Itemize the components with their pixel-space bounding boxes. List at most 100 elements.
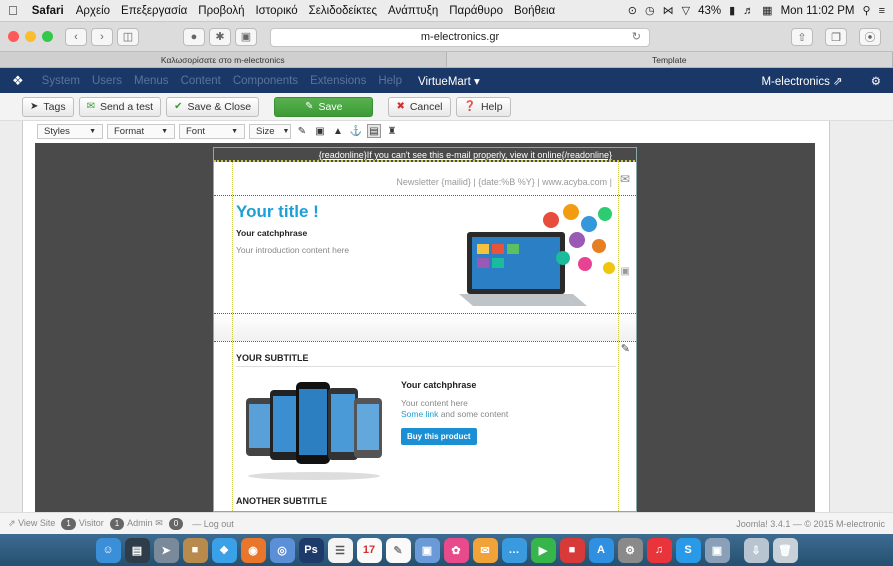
photo-booth-icon[interactable]: ■ xyxy=(559,537,585,563)
reader-extension-button[interactable]: ▣ xyxy=(235,27,257,46)
forward-button[interactable]: › xyxy=(91,27,113,46)
menu-window[interactable]: Παράθυρο xyxy=(449,5,503,17)
photoshop-icon[interactable]: Ps xyxy=(298,537,324,563)
mail-icon: ✉ xyxy=(86,101,95,112)
nav-content[interactable]: Content xyxy=(181,75,221,87)
minimize-window-button[interactable] xyxy=(25,31,36,42)
tab-template[interactable]: Template xyxy=(446,52,893,67)
menu-clock[interactable]: Mon 11:02 PM xyxy=(781,5,855,17)
notes-icon[interactable]: ☰ xyxy=(327,537,353,563)
photos-icon[interactable]: ✿ xyxy=(443,537,469,563)
menu-file[interactable]: Αρχείο xyxy=(76,5,110,17)
hero-section[interactable]: Your title ! Your catchphrase Your intro… xyxy=(214,198,636,314)
envelope-icon[interactable]: ✉ xyxy=(620,172,630,186)
save-close-button[interactable]: ✔ Save & Close xyxy=(166,96,260,117)
nav-virtuemart[interactable]: VirtueMart ▾ xyxy=(418,74,480,88)
wifi-icon[interactable]: ▽ xyxy=(682,4,690,17)
notifications-icon[interactable]: ≡ xyxy=(879,5,885,17)
some-link[interactable]: Some link xyxy=(401,409,438,419)
stamp-tool-icon[interactable]: ▲ xyxy=(331,124,345,138)
menu-help[interactable]: Βοήθεια xyxy=(514,5,555,17)
menu-bookmarks[interactable]: Σελιδοδείκτες xyxy=(309,5,377,17)
apple-icon[interactable]:  xyxy=(8,3,18,18)
settings-gear-icon[interactable]: ⚙ xyxy=(871,74,881,88)
logout-link[interactable]: — Log out xyxy=(192,519,234,529)
menu-edit[interactable]: Επεξεργασία xyxy=(121,5,187,17)
chrome-icon[interactable]: ◎ xyxy=(269,537,295,563)
share-button[interactable]: ⇧ xyxy=(791,28,813,46)
help-button[interactable]: ❓ Help xyxy=(455,96,511,117)
volume-icon[interactable]: ♬ xyxy=(743,5,754,17)
image-capture-icon[interactable]: ▣ xyxy=(704,537,730,563)
screen-share-icon[interactable]: ⊙ xyxy=(628,4,637,17)
image-placeholder-icon[interactable]: ▣ xyxy=(621,266,630,277)
finder-icon[interactable]: ☺ xyxy=(95,537,121,563)
product-block[interactable]: Your catchphrase Your content here Some … xyxy=(236,370,616,490)
nav-menus[interactable]: Menus xyxy=(134,75,169,87)
messages-icon[interactable]: … xyxy=(501,537,527,563)
zoom-window-button[interactable] xyxy=(42,31,53,42)
nav-help[interactable]: Help xyxy=(378,75,402,87)
nav-users[interactable]: Users xyxy=(92,75,122,87)
view-site-link[interactable]: ⇗ View Site xyxy=(8,518,55,529)
template-tool-icon[interactable]: ▤ xyxy=(367,124,381,138)
pencil-tool-icon[interactable]: ✎ xyxy=(295,124,309,138)
styles-select[interactable]: Styles ▼ xyxy=(37,123,103,139)
font-select[interactable]: Font ▼ xyxy=(179,123,245,139)
sidebar-button[interactable]: ◫ xyxy=(117,27,139,46)
joomla-logo-icon[interactable]: ❖ xyxy=(12,73,24,89)
preview-icon[interactable]: ▣ xyxy=(414,537,440,563)
spotlight-icon[interactable]: ⚲ xyxy=(863,4,871,17)
nav-site-link[interactable]: M-electronics ⇗ xyxy=(761,74,842,88)
dashboard-icon[interactable]: ▤ xyxy=(124,537,150,563)
books-icon[interactable]: ✉ xyxy=(472,537,498,563)
textedit-icon[interactable]: ✎ xyxy=(385,537,411,563)
readonline-link[interactable]: {readonline}If you can't see this e-mail… xyxy=(319,150,612,160)
newsletter-template[interactable]: {readonline}If you can't see this e-mail… xyxy=(213,147,637,512)
bluetooth-icon[interactable]: ⋈ xyxy=(663,4,674,17)
reload-icon[interactable]: ↻ xyxy=(632,29,641,46)
tags-button[interactable]: ➤ Tags xyxy=(22,96,74,117)
close-window-button[interactable] xyxy=(8,31,19,42)
format-select[interactable]: Format ▼ xyxy=(107,123,175,139)
edit-pencil-icon[interactable]: ✎ xyxy=(621,342,630,355)
battery-icon[interactable]: ▮ xyxy=(729,4,735,17)
menu-app-name[interactable]: Safari xyxy=(32,5,64,17)
nav-system[interactable]: System xyxy=(42,75,80,87)
tabs-overview-button[interactable]: ❐ xyxy=(825,28,847,46)
menu-history[interactable]: Ιστορικό xyxy=(255,5,297,17)
image-tool-icon[interactable]: ▣ xyxy=(313,124,327,138)
time-machine-icon[interactable]: ◷ xyxy=(645,4,655,17)
send-test-button[interactable]: ✉ Send a test xyxy=(78,96,162,117)
extension-button[interactable]: ✱ xyxy=(209,27,231,46)
tag-tool-icon[interactable]: ♜ xyxy=(385,124,399,138)
safari-icon[interactable]: ❖ xyxy=(211,537,237,563)
flag-icon[interactable]: ▦ xyxy=(762,4,772,17)
tab-welcome[interactable]: Καλωσορίσατε στο m-electronics xyxy=(0,52,447,67)
nav-extensions[interactable]: Extensions xyxy=(310,75,366,87)
nav-components[interactable]: Components xyxy=(233,75,298,87)
skype-icon[interactable]: S xyxy=(675,537,701,563)
facetime-icon[interactable]: ▶ xyxy=(530,537,556,563)
address-bar[interactable]: m-electronics.gr ↻ xyxy=(270,28,650,47)
app-store-icon[interactable]: A xyxy=(588,537,614,563)
back-button[interactable]: ‹ xyxy=(65,27,87,46)
downloads-stack-icon[interactable]: ⇩ xyxy=(743,537,769,563)
cancel-button[interactable]: ✖ Cancel xyxy=(388,96,451,117)
downloads-button[interactable]: ⦿ xyxy=(859,28,881,46)
size-select[interactable]: Size ▼ xyxy=(249,123,291,139)
launchpad-icon[interactable]: ➤ xyxy=(153,537,179,563)
save-button[interactable]: ✎ Save xyxy=(274,96,374,117)
system-preferences-icon[interactable]: ⚙ xyxy=(617,537,643,563)
anchor-tool-icon[interactable]: ⚓ xyxy=(349,124,363,138)
buy-product-button[interactable]: Buy this product xyxy=(401,428,477,445)
itunes-icon[interactable]: ♫ xyxy=(646,537,672,563)
adblock-button[interactable]: ● xyxy=(183,27,205,46)
firefox-icon[interactable]: ◉ xyxy=(240,537,266,563)
messages-badge[interactable]: 0 xyxy=(168,517,184,530)
menu-view[interactable]: Προβολή xyxy=(198,5,244,17)
calendar-icon[interactable]: 17 xyxy=(356,537,382,563)
contacts-icon[interactable]: ■ xyxy=(182,537,208,563)
trash-icon[interactable]: 🗑 xyxy=(772,537,798,563)
menu-develop[interactable]: Ανάπτυξη xyxy=(388,5,438,17)
